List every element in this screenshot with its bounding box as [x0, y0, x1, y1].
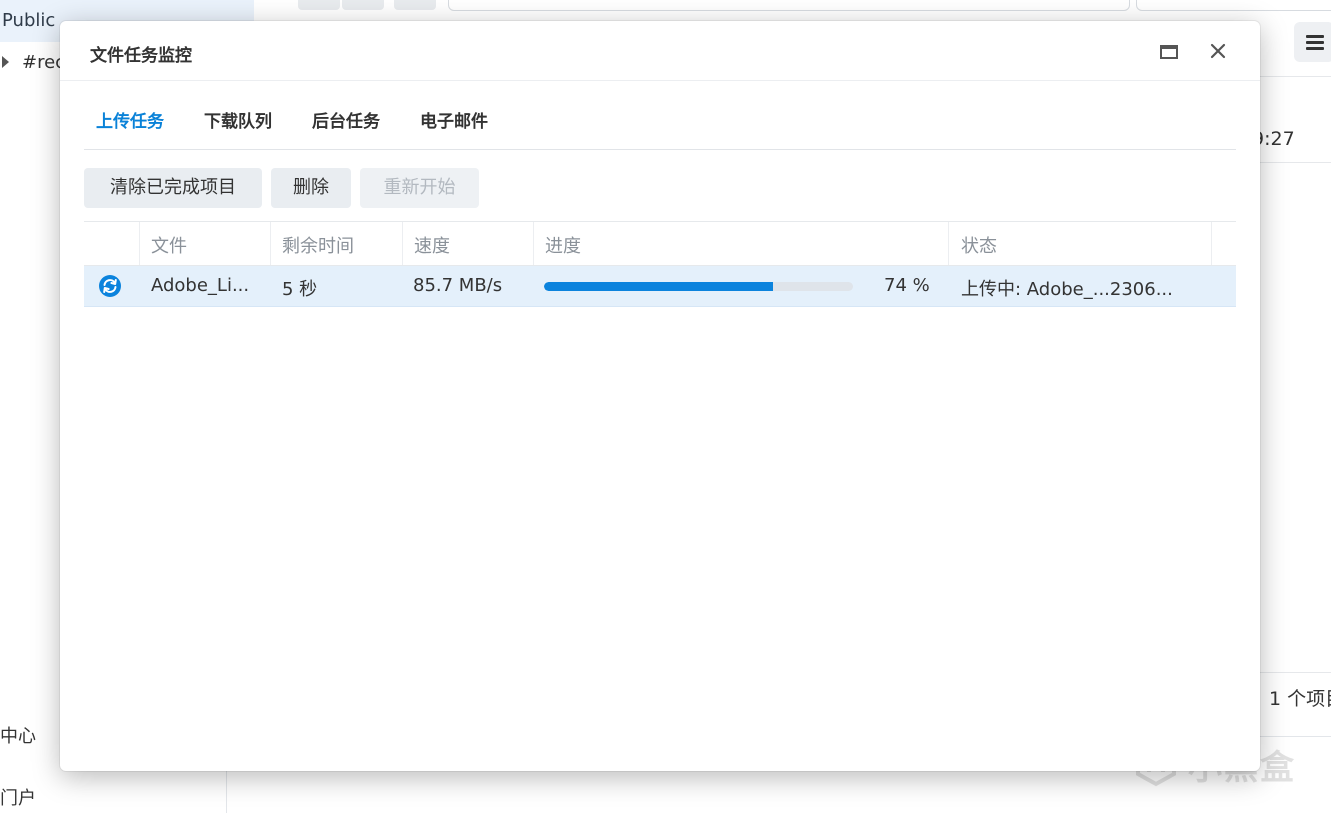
background-item-count: 1 个项目 — [1269, 688, 1331, 710]
cell-file-name: Adobe_Li... — [151, 275, 250, 296]
background-forward-button[interactable] — [342, 0, 384, 10]
background-toolbar — [272, 0, 1331, 14]
file-task-monitor-dialog: 文件任务监控 上传任务 下载队列 后台任务 电子邮件 清除已完成项目 删除 重新… — [60, 21, 1260, 771]
divider — [1258, 162, 1331, 163]
sidebar-folder-public[interactable]: Public — [2, 10, 55, 31]
column-separator — [139, 222, 140, 265]
column-header-speed[interactable]: 速度 — [414, 232, 450, 258]
sync-icon — [99, 275, 121, 297]
maximize-icon[interactable] — [1160, 43, 1178, 61]
sidebar-bottom-item-1[interactable]: 中心 — [0, 722, 36, 748]
column-header-progress[interactable]: 进度 — [545, 232, 581, 258]
column-header-status[interactable]: 状态 — [961, 232, 997, 258]
tab-download-queue[interactable]: 下载队列 — [204, 109, 272, 149]
close-icon[interactable] — [1208, 41, 1228, 61]
restart-button[interactable]: 重新开始 — [360, 168, 479, 208]
divider — [60, 80, 1260, 81]
upload-progress-fill — [544, 282, 773, 291]
tree-item-label[interactable]: #rec — [22, 52, 65, 73]
delete-button[interactable]: 删除 — [271, 168, 351, 208]
table-header: 文件 剩余时间 速度 进度 状态 — [84, 221, 1236, 266]
sidebar-bottom-item-2[interactable]: 门户 — [0, 784, 36, 810]
clear-completed-button[interactable]: 清除已完成项目 — [84, 168, 262, 208]
background-back-button[interactable] — [298, 0, 340, 10]
divider — [84, 149, 1236, 150]
column-separator — [948, 222, 949, 265]
column-separator — [270, 222, 271, 265]
cell-remaining-time: 5 秒 — [282, 279, 318, 300]
column-separator — [533, 222, 534, 265]
divider — [1258, 672, 1331, 673]
column-header-file[interactable]: 文件 — [151, 232, 187, 258]
tab-email[interactable]: 电子邮件 — [420, 109, 488, 149]
tab-background-tasks[interactable]: 后台任务 — [312, 109, 380, 149]
table-row[interactable]: Adobe_Li... 5 秒 85.7 MB/s 74 % 上传中: Adob… — [84, 266, 1236, 307]
divider — [1258, 76, 1331, 77]
background-refresh-button[interactable] — [394, 0, 436, 10]
column-header-remaining-time[interactable]: 剩余时间 — [282, 232, 354, 258]
cell-status: 上传中: Adobe_...2306... — [961, 279, 1173, 300]
cell-progress-percent: 74 % — [884, 275, 930, 296]
tree-expand-arrow-icon[interactable] — [2, 56, 9, 68]
cell-speed: 85.7 MB/s — [413, 275, 503, 296]
tab-upload-tasks[interactable]: 上传任务 — [96, 109, 164, 149]
column-separator — [1211, 222, 1212, 265]
background-path-field[interactable] — [448, 0, 1130, 11]
upload-progress-bar — [544, 282, 853, 291]
dialog-title: 文件任务监控 — [90, 46, 192, 66]
menu-icon[interactable] — [1294, 22, 1331, 62]
background-search-field[interactable] — [1136, 0, 1331, 11]
column-separator — [402, 222, 403, 265]
upload-task-table: 文件 剩余时间 速度 进度 状态 Adobe_Li... 5 秒 85.7 MB… — [84, 221, 1236, 307]
